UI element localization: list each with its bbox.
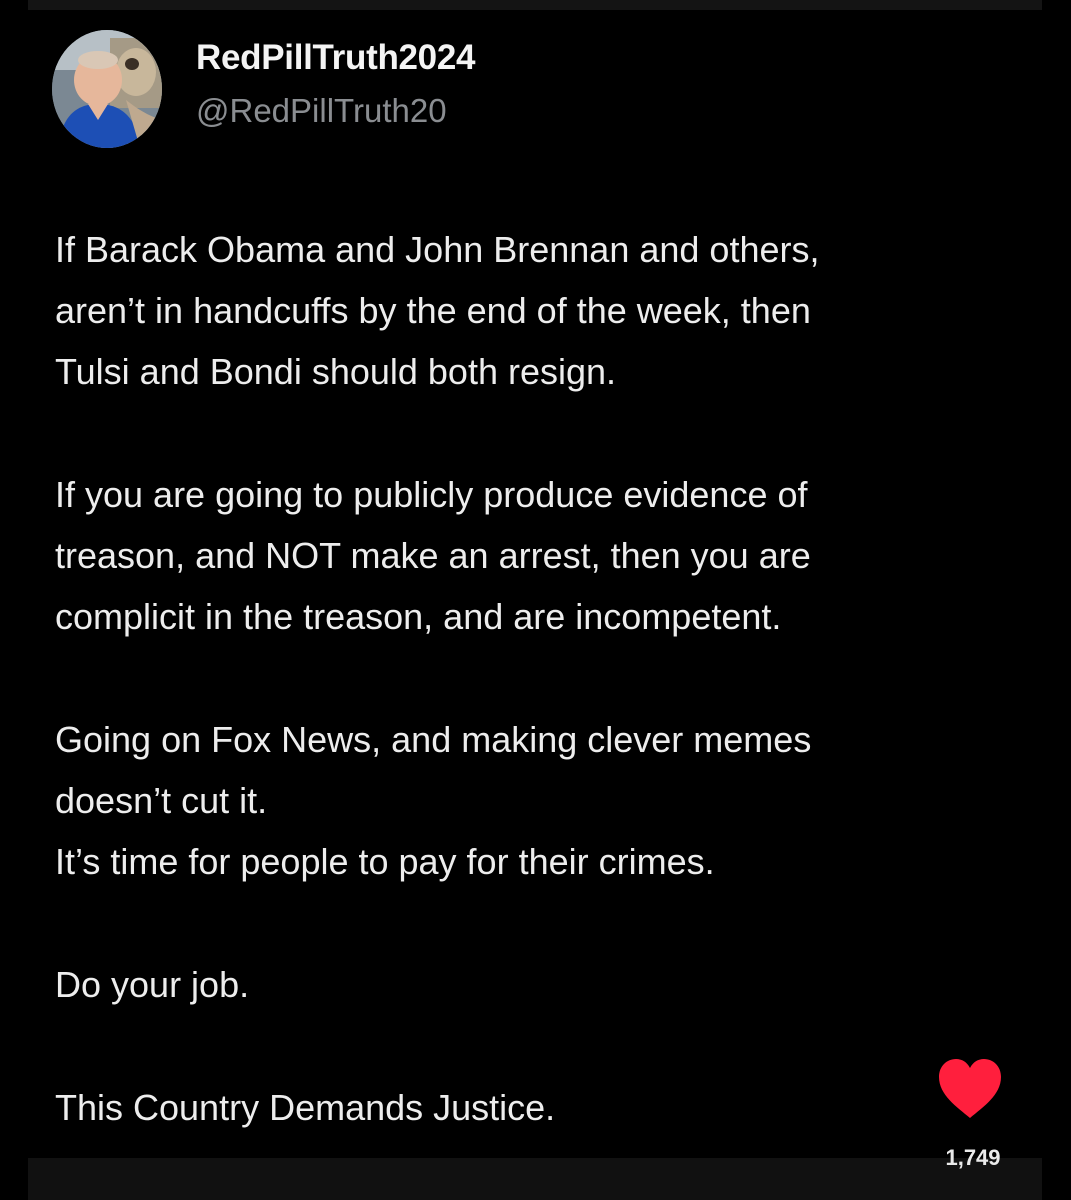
post-line: Do your job. bbox=[55, 964, 250, 1005]
avatar[interactable] bbox=[52, 30, 162, 148]
post-paragraph: If Barack Obama and John Brennan and oth… bbox=[55, 219, 1045, 402]
post-line: aren’t in handcuffs by the end of the we… bbox=[55, 290, 811, 331]
post-line: Tulsi and Bondi should both resign. bbox=[55, 351, 617, 392]
display-name[interactable]: RedPillTruth2024 bbox=[196, 38, 475, 78]
post-line: It’s time for people to pay for their cr… bbox=[55, 841, 715, 882]
post-line: If you are going to publicly produce evi… bbox=[55, 474, 808, 515]
heart-icon bbox=[939, 1059, 1001, 1118]
post-line: treason, and NOT make an arrest, then yo… bbox=[55, 535, 811, 576]
post-line: This Country Demands Justice. bbox=[55, 1087, 556, 1128]
like-button[interactable] bbox=[937, 1058, 1003, 1120]
post-paragraph: Going on Fox News, and making clever mem… bbox=[55, 709, 1045, 892]
like-count: 1,749 bbox=[945, 1145, 1001, 1170]
post-paragraph: Do your job. bbox=[55, 954, 1045, 1015]
profile-photo-icon bbox=[52, 30, 162, 148]
post-card: RedPillTruth2024 @RedPillTruth20 If Bara… bbox=[0, 0, 1071, 1200]
post-line: complicit in the treason, and are incomp… bbox=[55, 596, 782, 637]
user-handle[interactable]: @RedPillTruth20 bbox=[196, 92, 447, 130]
post-body: If Barack Obama and John Brennan and oth… bbox=[55, 219, 1045, 1138]
post-line: If Barack Obama and John Brennan and oth… bbox=[55, 229, 820, 270]
post-paragraph: If you are going to publicly produce evi… bbox=[55, 464, 1045, 647]
post-line: Going on Fox News, and making clever mem… bbox=[55, 719, 812, 760]
post-paragraph: This Country Demands Justice. bbox=[55, 1077, 1045, 1138]
post-line: doesn’t cut it. bbox=[55, 780, 268, 821]
